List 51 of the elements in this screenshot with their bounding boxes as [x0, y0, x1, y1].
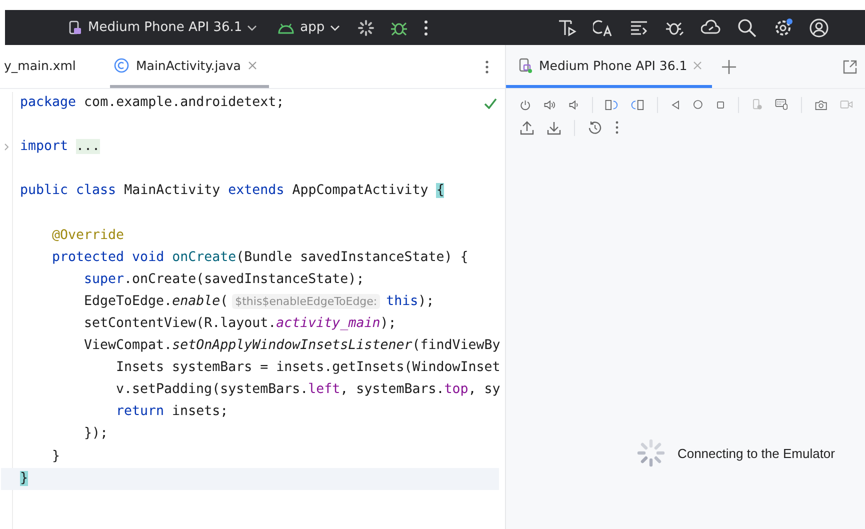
loading-icon[interactable] [358, 20, 374, 36]
device-tab[interactable]: Medium Phone API 36.1 [506, 45, 712, 88]
code-line: package com.example.androidetext; [20, 94, 284, 112]
code-line: } [52, 448, 60, 466]
code-line: protected void onCreate(Bundle savedInstanceState) { [52, 248, 468, 267]
chevron-down-icon [330, 22, 340, 32]
code-line: public class MainActivity extends AppCompatActivity { [20, 182, 444, 200]
more-vertical-icon[interactable] [485, 60, 489, 74]
external-window-icon[interactable] [843, 60, 857, 74]
power-icon[interactable] [520, 98, 531, 112]
add-icon[interactable] [722, 60, 736, 74]
code-line: v.setPadding(systemBars.left, systemBars.top, sy [116, 381, 500, 400]
phone-icon [518, 58, 533, 72]
volume-down-icon[interactable] [568, 98, 579, 112]
keyboard-icon[interactable] [775, 97, 788, 112]
check-icon [484, 98, 497, 109]
more-vertical-icon[interactable] [424, 20, 428, 36]
account-icon[interactable] [809, 18, 829, 38]
chevron-down-icon [247, 22, 258, 32]
run-config-selector[interactable]: app [275, 18, 342, 37]
more-vertical-icon[interactable] [615, 121, 619, 134]
code-line: Insets systemBars = insets.getInsets(WindowInset [116, 359, 500, 378]
editor-tab[interactable]: MainActivity.java [110, 45, 269, 88]
close-icon[interactable] [248, 60, 257, 70]
code-line: import ... [20, 138, 100, 156]
upload-icon[interactable] [520, 120, 534, 134]
folded-code: ... [76, 139, 100, 154]
download-icon[interactable] [547, 120, 561, 134]
device-selector[interactable]: Medium Phone API 36.1 [65, 18, 260, 38]
code-line: ViewCompat.setOnApplyWindowInsetsListener(findViewBy [84, 337, 500, 356]
reset-icon[interactable] [588, 120, 602, 134]
code-line: super.onCreate(savedInstanceState); [84, 270, 364, 289]
inlay-hint: $this$enableEdgeToEdge: [232, 294, 380, 309]
spinner-icon [637, 439, 666, 467]
back-icon[interactable] [670, 98, 680, 110]
editor-tab[interactable]: y_main.xml [0, 45, 88, 88]
phone-icon [67, 20, 83, 36]
class-icon [114, 58, 129, 72]
rotate-right-icon[interactable] [631, 98, 644, 112]
code-line: setContentView(R.layout.activity_main); [84, 314, 396, 333]
code-line: }); [84, 425, 108, 444]
status-text: Connecting to the Emulator [677, 446, 835, 460]
overview-icon[interactable] [716, 98, 725, 110]
code-line: @Override [52, 226, 124, 245]
home-icon[interactable] [693, 98, 703, 111]
rotate-left-icon[interactable] [605, 98, 618, 112]
code-line: EdgeToEdge.enable( $this$enableEdgeToEdge: this); [84, 292, 434, 311]
volume-up-icon[interactable] [544, 98, 556, 112]
search-icon[interactable] [737, 18, 757, 38]
settings-icon[interactable] [773, 18, 793, 38]
code-line: return insets; [116, 403, 228, 422]
